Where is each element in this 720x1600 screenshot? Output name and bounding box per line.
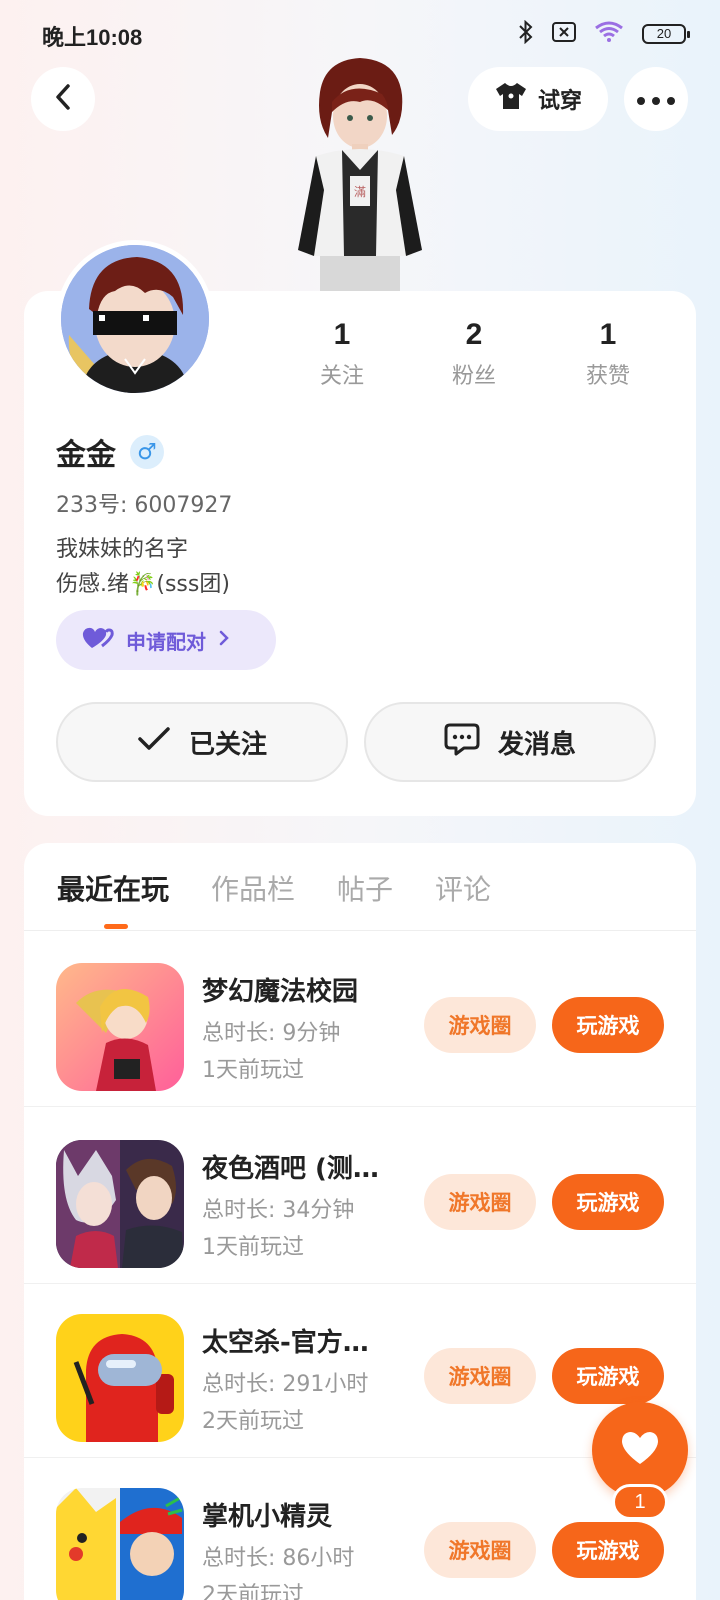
chat-bubble-icon bbox=[444, 722, 480, 763]
shirt-icon bbox=[494, 81, 528, 117]
game-last-played: 1天前玩过 bbox=[202, 1235, 304, 1260]
stat-fans-count: 2 bbox=[465, 318, 483, 351]
apply-pair-button[interactable]: 申请配对 bbox=[56, 610, 276, 670]
play-game-button[interactable]: 玩游戏 bbox=[552, 997, 664, 1053]
send-message-label: 发消息 bbox=[497, 729, 576, 760]
avatar-3d-figure: 滿 bbox=[280, 50, 440, 292]
tab-recent-played[interactable]: 最近在玩 bbox=[57, 868, 169, 908]
try-on-button[interactable]: 试穿 bbox=[468, 67, 608, 131]
game-title: 掌机小精灵 bbox=[202, 1502, 333, 1532]
game-title: 太空杀-官方… bbox=[202, 1328, 369, 1358]
user-bio: 我妹妹的名字 伤感.绪🎋(sss团) bbox=[56, 532, 230, 602]
avatar[interactable] bbox=[56, 240, 214, 398]
active-tab-indicator bbox=[104, 924, 128, 929]
game-last-played: 1天前玩过 bbox=[202, 1058, 304, 1083]
game-circle-button[interactable]: 游戏圈 bbox=[424, 997, 536, 1053]
game-icon bbox=[56, 1140, 184, 1268]
chevron-right-icon bbox=[218, 628, 230, 652]
game-duration: 总时长: 9分钟 bbox=[202, 1021, 341, 1046]
name-row: 金金 ♂ bbox=[56, 430, 164, 474]
stat-fans[interactable]: 2 粉丝 bbox=[424, 318, 524, 390]
profile-tabs: 最近在玩 作品栏 帖子 评论 bbox=[57, 868, 491, 908]
battery-indicator: 20 bbox=[642, 24, 690, 44]
chevron-left-icon bbox=[53, 83, 73, 115]
game-title: 夜色酒吧 (测… bbox=[202, 1154, 379, 1184]
tab-works[interactable]: 作品栏 bbox=[211, 868, 295, 908]
followed-button[interactable]: 已关注 bbox=[56, 702, 348, 782]
play-game-button[interactable]: 玩游戏 bbox=[552, 1348, 664, 1404]
no-sim-icon bbox=[552, 22, 576, 46]
game-list-item[interactable]: 梦幻魔法校园 总时长: 9分钟 1天前玩过 游戏圈 玩游戏 bbox=[24, 931, 696, 1107]
stat-following[interactable]: 1 关注 bbox=[292, 318, 392, 390]
game-last-played: 2天前玩过 bbox=[202, 1583, 304, 1600]
game-title: 梦幻魔法校园 bbox=[202, 977, 359, 1007]
heart-icon bbox=[620, 1430, 660, 1470]
like-count-badge: 1 bbox=[612, 1484, 668, 1520]
stat-likes-label: 获赞 bbox=[585, 364, 630, 389]
bluetooth-icon bbox=[518, 19, 534, 48]
game-circle-button[interactable]: 游戏圈 bbox=[424, 1348, 536, 1404]
stat-following-label: 关注 bbox=[319, 364, 364, 389]
stat-likes[interactable]: 1 获赞 bbox=[558, 318, 658, 390]
status-icons: 20 bbox=[518, 19, 690, 48]
tab-posts[interactable]: 帖子 bbox=[337, 868, 393, 908]
stat-likes-count: 1 bbox=[599, 318, 617, 351]
followed-label: 已关注 bbox=[188, 729, 267, 760]
play-game-button[interactable]: 玩游戏 bbox=[552, 1174, 664, 1230]
checkmark-icon bbox=[137, 726, 171, 759]
game-duration: 总时长: 34分钟 bbox=[202, 1198, 355, 1223]
stat-following-count: 1 bbox=[333, 318, 351, 351]
game-duration: 总时长: 86小时 bbox=[202, 1546, 355, 1571]
user-name: 金金 bbox=[56, 438, 116, 473]
game-icon bbox=[56, 1314, 184, 1442]
svg-text:滿: 滿 bbox=[354, 185, 366, 199]
try-on-label: 试穿 bbox=[537, 89, 582, 114]
game-last-played: 2天前玩过 bbox=[202, 1409, 304, 1434]
tab-comments[interactable]: 评论 bbox=[435, 868, 491, 908]
back-button[interactable] bbox=[31, 67, 95, 131]
double-heart-icon bbox=[82, 626, 114, 655]
status-time: 晚上10:08 bbox=[42, 25, 143, 50]
game-list-item[interactable]: 掌机小精灵 总时长: 86小时 2天前玩过 游戏圈 玩游戏 bbox=[24, 1456, 696, 1600]
row-divider bbox=[24, 1106, 696, 1107]
apply-pair-label: 申请配对 bbox=[126, 629, 206, 654]
more-button[interactable] bbox=[624, 67, 688, 131]
game-list-item[interactable]: 夜色酒吧 (测… 总时长: 34分钟 1天前玩过 游戏圈 玩游戏 bbox=[24, 1108, 696, 1284]
wifi-icon bbox=[594, 21, 624, 47]
user-id[interactable]: 233号: 6007927 bbox=[56, 487, 232, 519]
more-dots-icon bbox=[637, 90, 675, 109]
bio-line: 伤感.绪🎋(sss团) bbox=[56, 572, 230, 597]
bio-line: 我妹妹的名字 bbox=[56, 537, 189, 562]
game-circle-button[interactable]: 游戏圈 bbox=[424, 1174, 536, 1230]
game-icon bbox=[56, 963, 184, 1091]
game-duration: 总时长: 291小时 bbox=[202, 1372, 369, 1397]
game-circle-button[interactable]: 游戏圈 bbox=[424, 1522, 536, 1578]
male-gender-icon: ♂ bbox=[130, 435, 164, 469]
play-game-button[interactable]: 玩游戏 bbox=[552, 1522, 664, 1578]
send-message-button[interactable]: 发消息 bbox=[364, 702, 656, 782]
game-icon bbox=[56, 1488, 184, 1600]
stat-fans-label: 粉丝 bbox=[451, 364, 496, 389]
